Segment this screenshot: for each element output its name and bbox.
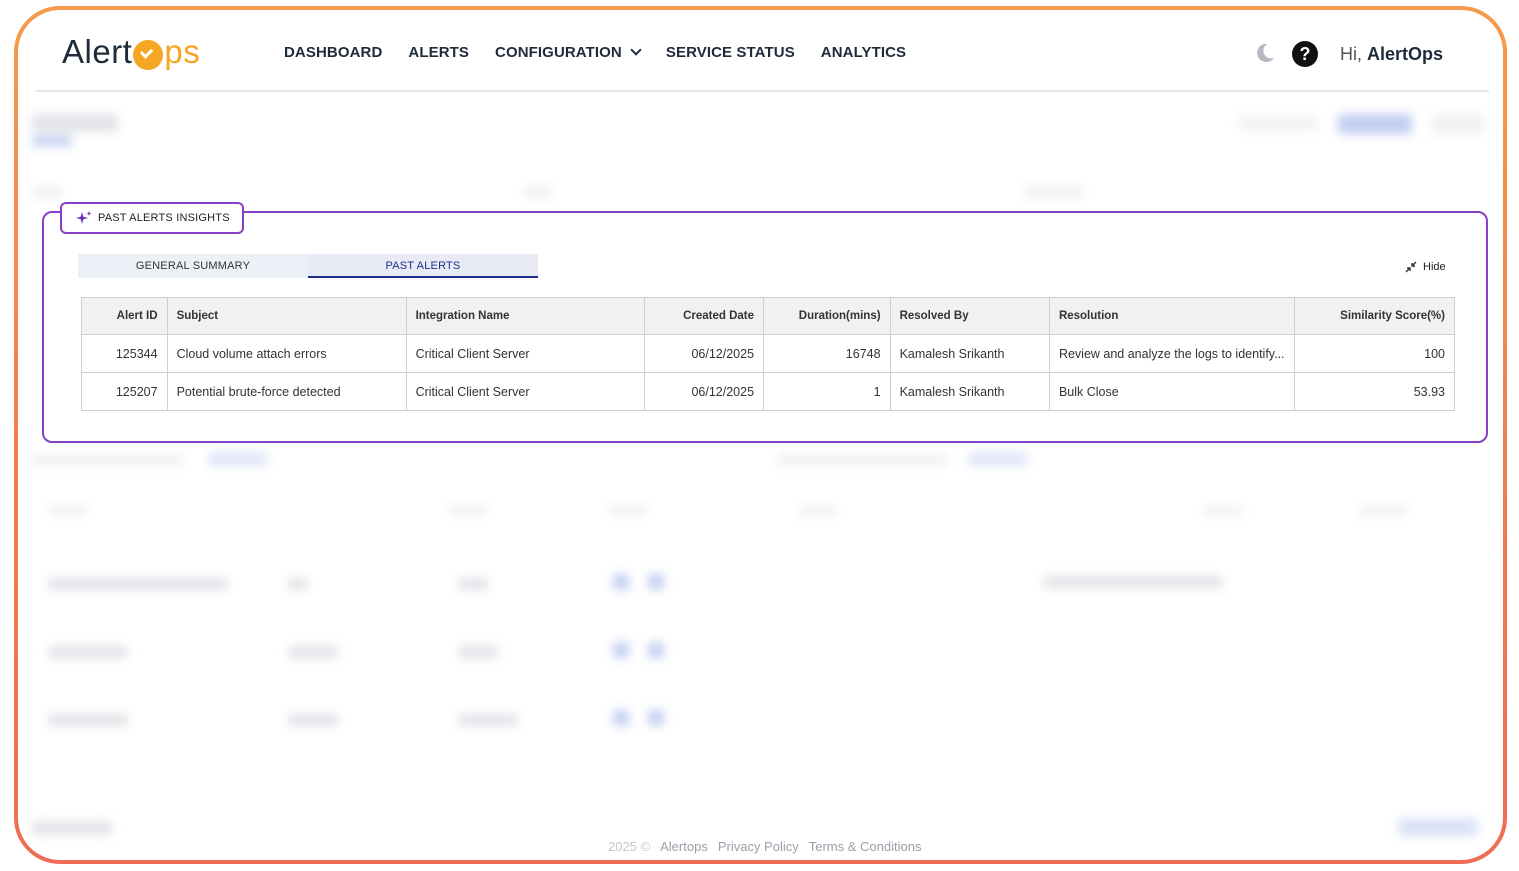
clock-check-icon	[133, 40, 164, 70]
footer-brand-link[interactable]: Alertops	[660, 839, 708, 854]
footer-year: 2025 ©	[608, 839, 651, 854]
nav-analytics[interactable]: ANALYTICS	[821, 44, 906, 61]
tab-past-alerts[interactable]: PAST ALERTS	[308, 254, 538, 278]
table-row[interactable]: 125344 Cloud volume attach errors Critic…	[81, 334, 1456, 373]
col-duration[interactable]: Duration(mins)	[763, 297, 891, 335]
privacy-policy-link[interactable]: Privacy Policy	[718, 839, 799, 854]
question-circle-icon[interactable]: ?	[1292, 41, 1318, 67]
insights-badge: PAST ALERTS INSIGHTS	[60, 202, 244, 234]
cell-subject: Cloud volume attach errors	[166, 334, 407, 373]
cell-duration: 1	[763, 372, 891, 411]
sparkle-icon	[76, 211, 92, 224]
col-resolution[interactable]: Resolution	[1048, 297, 1295, 335]
nav-alerts[interactable]: ALERTS	[408, 44, 469, 61]
nav-dashboard[interactable]: DASHBOARD	[284, 44, 382, 61]
cell-subject: Potential brute-force detected	[166, 372, 407, 411]
table-row[interactable]: 125207 Potential brute-force detected Cr…	[81, 372, 1456, 411]
main-nav: DASHBOARD ALERTS CONFIGURATION SERVICE S…	[284, 43, 932, 61]
past-alerts-table: Alert ID Subject Integration Name Create…	[81, 297, 1456, 411]
alert-id-link[interactable]: 125344	[81, 334, 168, 373]
window-frame: Alert ps DASHBOARD ALERTS CONFIGURATION S…	[14, 6, 1507, 864]
cell-integration: Critical Client Server	[405, 372, 645, 411]
cell-similarity: 100	[1293, 334, 1456, 373]
col-alert-id[interactable]: Alert ID	[81, 297, 168, 335]
col-resolved-by[interactable]: Resolved By	[889, 297, 1050, 335]
cell-integration: Critical Client Server	[405, 334, 645, 373]
top-header: Alert ps DASHBOARD ALERTS CONFIGURATION S…	[18, 10, 1503, 92]
hide-button[interactable]: Hide	[1405, 261, 1446, 273]
user-greeting[interactable]: Hi, AlertOps	[1340, 44, 1443, 65]
cell-created-date: 06/12/2025	[643, 334, 765, 373]
cell-created-date: 06/12/2025	[643, 372, 765, 411]
chevron-down-icon	[630, 43, 642, 56]
tab-general-summary[interactable]: GENERAL SUMMARY	[78, 254, 308, 278]
col-integration-name[interactable]: Integration Name	[405, 297, 645, 335]
cell-duration: 16748	[763, 334, 891, 373]
collapse-icon	[1405, 261, 1417, 273]
cell-similarity: 53.93	[1293, 372, 1456, 411]
header-divider	[36, 90, 1489, 92]
nav-configuration[interactable]: CONFIGURATION	[495, 43, 642, 61]
alertops-logo[interactable]: Alert ps	[62, 32, 200, 72]
cell-resolved-by: Kamalesh Srikanth	[889, 334, 1050, 373]
alert-id-link[interactable]: 125207	[81, 372, 168, 411]
nav-service-status[interactable]: SERVICE STATUS	[666, 44, 795, 61]
insights-tabs: GENERAL SUMMARY PAST ALERTS	[78, 254, 538, 278]
col-similarity-score[interactable]: Similarity Score(%)	[1293, 297, 1456, 335]
cell-resolution: Review and analyze the logs to identify.…	[1048, 334, 1295, 373]
terms-link[interactable]: Terms & Conditions	[809, 839, 922, 854]
table-header-row: Alert ID Subject Integration Name Create…	[81, 297, 1456, 335]
app-viewport: Alert ps DASHBOARD ALERTS CONFIGURATION S…	[18, 10, 1503, 860]
moon-icon[interactable]	[1254, 42, 1276, 64]
col-created-date[interactable]: Created Date	[643, 297, 765, 335]
cell-resolved-by: Kamalesh Srikanth	[889, 372, 1050, 411]
page-footer: 2025 © Alertops Privacy Policy Terms & C…	[608, 839, 921, 854]
cell-resolution: Bulk Close	[1048, 372, 1295, 411]
col-subject[interactable]: Subject	[166, 297, 407, 335]
